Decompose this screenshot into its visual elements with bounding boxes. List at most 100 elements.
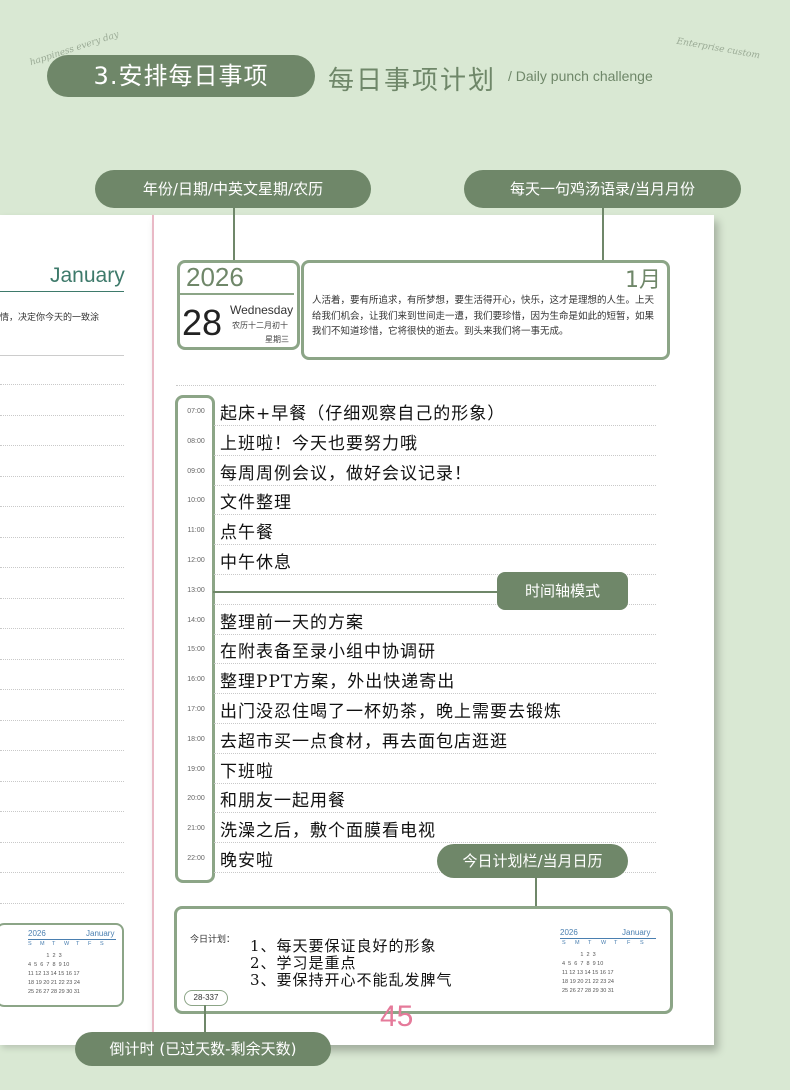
- timeline-dotted-line: [214, 425, 656, 426]
- timeline-time: 17:00: [187, 706, 205, 713]
- left-cal-year: 2026: [28, 929, 46, 938]
- timeline-time: 09:00: [187, 467, 205, 475]
- left-dotted-line: [0, 445, 124, 446]
- step-label: 3.安排每日事项: [47, 55, 315, 97]
- cal-weekday: T: [76, 941, 80, 947]
- left-divider: [0, 291, 124, 292]
- right-cal-rule: [560, 938, 656, 939]
- timeline-entry: 文件整理: [220, 493, 292, 514]
- timeline-time: 12:00: [187, 557, 205, 564]
- cal-weekday: S: [100, 941, 104, 947]
- left-dotted-line: [0, 567, 124, 568]
- timeline-dotted-line: [214, 812, 656, 814]
- left-dotted-line: [0, 536, 124, 538]
- timeline-entry: 晚安啦: [220, 851, 274, 871]
- timeline-time: 14:00: [187, 616, 205, 624]
- date-weekday-cn: 星期三: [265, 335, 289, 344]
- timeline-dotted-line: [214, 752, 656, 754]
- callout-quote-month: 每天一句鸡汤语录/当月月份: [464, 170, 741, 208]
- timeline-dotted-line: [214, 484, 656, 486]
- page-title: 每日事项计划: [328, 66, 497, 96]
- timeline-dotted-line: [214, 693, 656, 695]
- timeline-time: 10:00: [187, 497, 205, 505]
- cal-weekday: W: [64, 941, 70, 947]
- callout-date-info: 年份/日期/中英文星期/农历: [95, 170, 371, 208]
- timeline-entry: 每周周例会议，做好会议记录！: [220, 463, 472, 484]
- connector-date: [233, 208, 235, 262]
- timeline-entry: 和朋友一起用餐: [220, 791, 346, 812]
- timeline-time: 11:00: [187, 527, 205, 535]
- timeline-entry: 下班啦: [220, 761, 274, 782]
- left-dotted-line: [0, 719, 124, 721]
- cal-week-row: 11 12 13 14 15 16 17: [28, 971, 80, 977]
- timeline-dotted-line: [214, 514, 656, 516]
- connector-plan: [535, 878, 537, 908]
- cal-week-row: 11 12 13 14 15 16 17: [562, 970, 614, 976]
- right-cal-month: January: [622, 928, 651, 937]
- quote-month: 1月: [625, 268, 661, 293]
- date-weekday-en: Wednesday: [230, 303, 294, 317]
- cal-weekday: F: [88, 941, 92, 947]
- timeline-time: 18:00: [187, 735, 205, 743]
- date-lunar: 农历十二月初十: [232, 321, 288, 330]
- left-text-fragment: 情，决定你今天的一致涂: [0, 313, 100, 323]
- cal-weekday: S: [640, 940, 644, 946]
- timeline-entry: 起床+早餐（仔细观察自己的形象）: [220, 404, 506, 424]
- right-mini-calendar: 2026 January S M T W T F S 1 2 3 4 5 6 7 8 9 10…: [560, 928, 660, 1000]
- left-dotted-line: [0, 628, 124, 629]
- cal-weekday: T: [52, 941, 56, 947]
- cal-week-row: 4 5 6 7 8 9 10: [28, 962, 70, 968]
- cal-weekday: S: [562, 940, 566, 946]
- cal-week-row: 1 2 3: [28, 953, 62, 959]
- cal-week-row: 25 26 27 28 29 30 31: [28, 989, 80, 995]
- left-dotted-line: [0, 506, 124, 507]
- timeline-dotted-line: [214, 663, 656, 665]
- timeline-entry: 在附表备至录小组中协调研: [220, 642, 436, 663]
- quote-text: 人活着，要有所追求，有所梦想，要生活得开心，快乐，这才是理想的人生。上天给我们机…: [312, 295, 655, 337]
- timeline-entry: 点午餐: [220, 523, 274, 544]
- cal-week-row: 4 5 6 7 8 9 10: [562, 961, 604, 967]
- left-dotted-line: [0, 841, 124, 843]
- timeline-entry: 上班啦！今天也要努力哦: [220, 433, 418, 454]
- timeline-time: 22:00: [187, 855, 205, 862]
- connector-countdown: [204, 1005, 206, 1035]
- date-day: 28: [182, 302, 223, 343]
- left-month-title: January: [50, 264, 125, 287]
- left-cal-rule: [28, 939, 116, 940]
- timeline-entry: 中午休息: [220, 553, 292, 573]
- page-subtitle: / Daily punch challenge: [508, 68, 653, 84]
- timeline-dotted-line: [214, 544, 656, 546]
- right-cal-year: 2026: [560, 928, 578, 937]
- left-cal-month: January: [86, 929, 115, 938]
- plan-item: 3、要保持开心不能乱发脾气: [250, 971, 453, 989]
- timeline-dotted-line: [214, 454, 656, 456]
- date-box-divider: [180, 293, 294, 295]
- timeline-dotted-line: [214, 633, 656, 635]
- timeline-time: 07:00: [187, 408, 205, 415]
- callout-countdown: 倒计时 (已过天数-剩余天数): [75, 1032, 331, 1066]
- right-dotted-line: [176, 385, 656, 386]
- left-dotted-line: [0, 475, 124, 477]
- left-dotted-line: [0, 597, 124, 599]
- left-dotted-line: [0, 902, 124, 904]
- left-dotted-line: [0, 658, 124, 660]
- plan-label: 今日计划：: [190, 935, 236, 945]
- left-mini-calendar: 2026 January SMTWTFS 1 2 34 5 6 7 8 9 10…: [0, 923, 124, 1007]
- left-dotted-line: [0, 750, 124, 751]
- left-dotted-line: [0, 689, 124, 690]
- connector-timeline: [213, 591, 499, 593]
- left-dotted-line: [0, 414, 124, 416]
- timeline-time: 16:00: [187, 676, 205, 684]
- cal-weekday: M: [575, 940, 580, 946]
- connector-quote: [602, 208, 604, 262]
- cal-week-row: 18 19 20 21 22 23 24: [562, 979, 614, 985]
- cal-week-row: 18 19 20 21 22 23 24: [28, 980, 80, 986]
- timeline-time: 20:00: [187, 795, 205, 803]
- callout-plan-calendar: 今日计划栏/当月日历: [437, 844, 628, 878]
- cal-weekday: S: [28, 941, 32, 947]
- timeline-entry: 整理PPT方案，外出快递寄出: [220, 672, 456, 693]
- cal-weekday: M: [40, 941, 45, 947]
- timeline-entry: 整理前一天的方案: [220, 612, 364, 633]
- cal-week-row: 25 26 27 28 29 30 31: [562, 988, 614, 994]
- timeline-time: 15:00: [187, 646, 205, 654]
